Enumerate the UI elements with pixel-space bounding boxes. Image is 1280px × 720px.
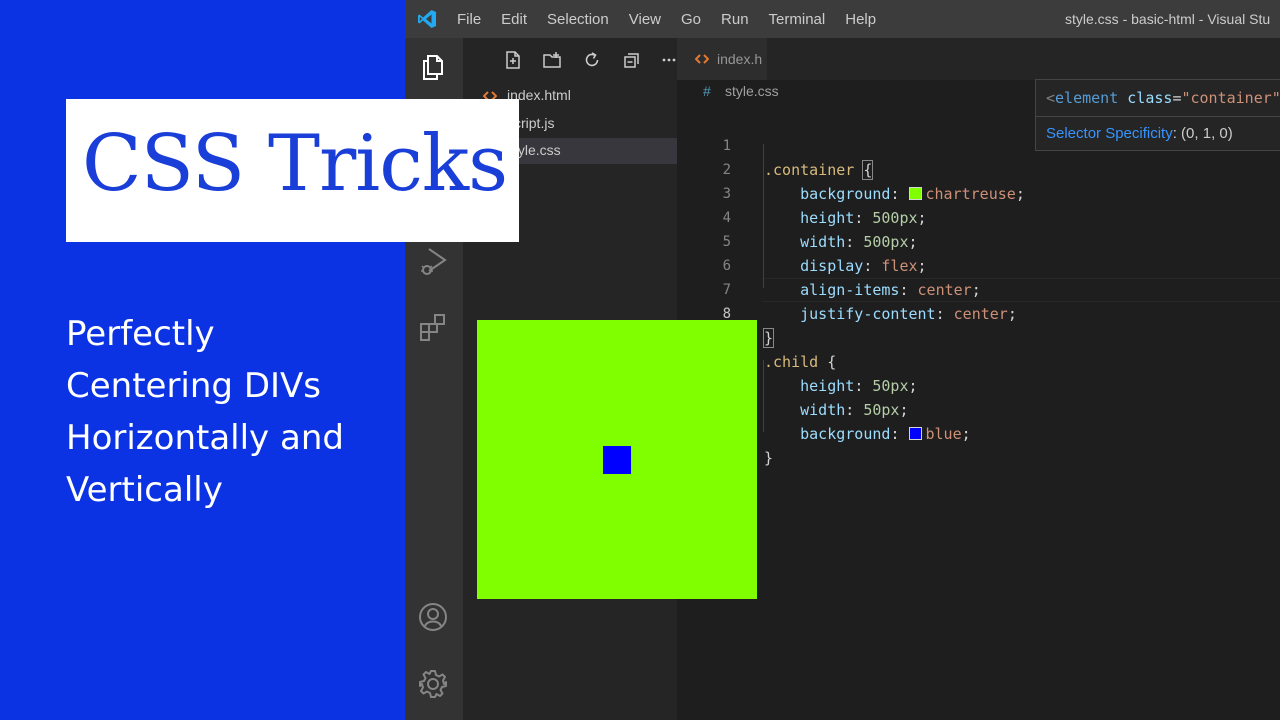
hover-tag: element	[1055, 89, 1119, 107]
menu-selection[interactable]: Selection	[547, 11, 609, 28]
run-debug-icon[interactable]	[418, 246, 448, 276]
menu-view[interactable]: View	[629, 11, 661, 28]
promo-title: CSS Tricks	[82, 119, 508, 209]
menu-terminal[interactable]: Terminal	[769, 11, 826, 28]
preview-child-box	[603, 446, 631, 474]
subtitle-line: Vertically	[66, 470, 223, 510]
title-bar: File Edit Selection View Go Run Terminal…	[405, 0, 1280, 38]
subtitle-line: Perfectly	[66, 314, 215, 354]
specificity-hover-tooltip: <element class="container"> Selector Spe…	[1035, 79, 1280, 151]
hover-divider	[1036, 116, 1280, 117]
specificity-link[interactable]: Selector Specificity	[1046, 125, 1173, 142]
more-actions-icon[interactable]	[662, 50, 676, 70]
code-line: width: 50px;	[800, 401, 909, 419]
tab-strip: index.h	[677, 38, 1280, 80]
menu-go[interactable]: Go	[681, 11, 701, 28]
code-line: 4 width: 500px;	[677, 182, 1280, 251]
code-line: .child {	[677, 326, 1280, 371]
menu-run[interactable]: Run	[721, 11, 749, 28]
account-icon[interactable]	[418, 602, 448, 632]
collapse-all-icon[interactable]	[622, 50, 642, 70]
tab-label: index.h	[717, 51, 763, 67]
brace: }	[764, 449, 774, 467]
subtitle-line: Horizontally and	[66, 418, 344, 458]
css-hash-icon: #	[703, 83, 711, 99]
refresh-icon[interactable]	[582, 50, 602, 70]
new-folder-icon[interactable]	[542, 50, 562, 70]
hover-specificity: Selector Specificity: (0, 1, 0)	[1046, 125, 1233, 142]
code-line: }	[677, 422, 1280, 467]
code-line: background: blue;	[800, 425, 971, 443]
code-line: height: 50px;	[800, 377, 918, 395]
menu-file[interactable]: File	[457, 11, 481, 28]
window-title: style.css - basic-html - Visual Stu	[1065, 11, 1271, 27]
menu-help[interactable]: Help	[845, 11, 876, 28]
code-line: 9	[677, 302, 1280, 346]
promo-title-card: CSS Tricks	[66, 99, 519, 242]
menu-edit[interactable]: Edit	[501, 11, 527, 28]
extensions-icon[interactable]	[418, 312, 448, 342]
hover-attr: class	[1127, 89, 1173, 107]
hover-element-preview: <element class="container">	[1046, 89, 1280, 107]
files-icon[interactable]	[418, 52, 448, 82]
tab-index-html[interactable]: index.h	[677, 38, 767, 80]
breadcrumb-file[interactable]: style.css	[725, 83, 779, 99]
code-line: 5 display: flex;	[677, 206, 1280, 275]
gear-icon[interactable]	[418, 669, 448, 699]
hover-attr-value: "container"	[1181, 89, 1280, 107]
new-file-icon[interactable]	[503, 50, 523, 70]
preview-container-box	[477, 320, 757, 599]
vscode-logo-icon	[418, 10, 436, 28]
html-file-icon	[695, 54, 709, 64]
code-line: 7 justify-content: center;	[677, 254, 1280, 323]
code-line: 3 height: 500px;	[677, 158, 1280, 227]
specificity-value: : (0, 1, 0)	[1172, 125, 1233, 142]
code-line: 8 }	[677, 278, 1280, 348]
subtitle-line: Centering DIVs	[66, 366, 321, 406]
promo-subtitle: Perfectly Centering DIVs Horizontally an…	[66, 308, 396, 516]
menu-bar: File Edit Selection View Go Run Terminal…	[457, 0, 896, 38]
editor-area: index.h # style.css 1 .container { 2 bac…	[677, 38, 1280, 720]
code-line: 6 align-items: center;	[677, 230, 1280, 299]
